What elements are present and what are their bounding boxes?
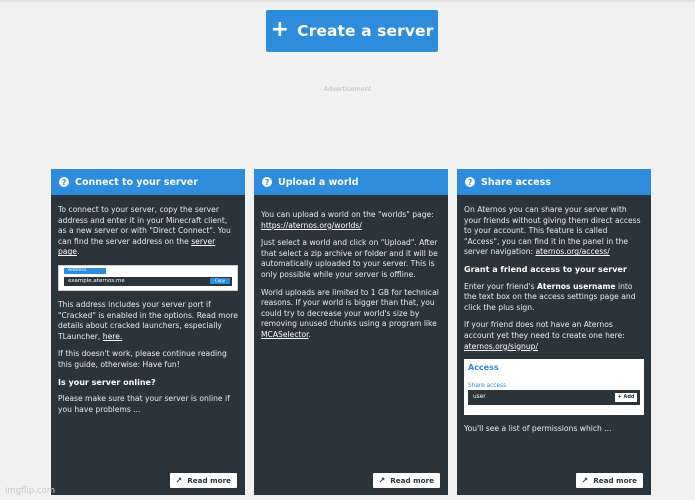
username-field: user + Add: [468, 390, 640, 406]
card-paragraph: Just select a world and click on "Upload…: [261, 238, 438, 279]
read-more-label: Read more: [390, 476, 434, 485]
card-connect-to-server: ? Connect to your server To connect to y…: [51, 169, 245, 495]
card-paragraph: You can upload a world on the "worlds" p…: [261, 210, 441, 231]
help-circle-icon: ?: [59, 177, 69, 187]
access-title: Access: [468, 363, 499, 373]
read-more-button[interactable]: ↗ Read more: [575, 473, 643, 488]
access-link[interactable]: aternos.org/access/: [536, 247, 610, 256]
external-link-icon: ↗: [378, 476, 386, 485]
card-title: Share access: [481, 176, 551, 188]
text: This address includes your server port i…: [58, 299, 238, 341]
card-heading: Is your server online?: [58, 377, 156, 387]
help-circle-icon: ?: [465, 177, 475, 187]
plus-icon: +: [270, 17, 290, 42]
advertisement-label: Advertisement: [323, 85, 372, 93]
card-paragraph: Enter your friend's Aternos username int…: [464, 282, 644, 314]
address-field: example.aternos.me Copy: [64, 276, 232, 286]
text: .: [76, 247, 80, 257]
create-server-label: Create a server: [297, 22, 434, 40]
card-paragraph: This address includes your server port i…: [58, 300, 238, 342]
external-link-icon: ↗: [175, 476, 183, 485]
card-header: ? Share access: [457, 169, 651, 195]
external-link-icon: ↗: [581, 476, 589, 485]
worlds-link[interactable]: https://aternos.org/worlds/: [261, 221, 362, 230]
bold-text: Aternos username: [536, 281, 616, 291]
card-paragraph: If your friend does not have an Aternos …: [464, 320, 644, 352]
card-header: ? Upload a world: [254, 169, 448, 195]
text: If your friend does not have an Aternos …: [464, 320, 625, 340]
address-tab: Address: [64, 267, 106, 274]
card-paragraph: On Aternos you can share your server wit…: [464, 205, 644, 258]
tlauncher-link[interactable]: here.: [103, 332, 123, 341]
top-divider: [0, 0, 695, 2]
read-more-button[interactable]: ↗ Read more: [169, 473, 237, 488]
read-more-label: Read more: [593, 476, 637, 485]
card-paragraph: Please make sure that your server is onl…: [58, 394, 230, 414]
text: Enter your friend's: [464, 281, 537, 291]
card-share-access: ? Share access On Aternos you can share …: [457, 169, 651, 495]
text: You can upload a world on the "worlds" p…: [261, 210, 434, 219]
card-title: Upload a world: [278, 176, 359, 188]
copy-button: Copy: [210, 278, 230, 285]
address-preview-image: Address example.aternos.me Copy: [58, 264, 238, 291]
create-server-button[interactable]: + Create a server: [266, 10, 438, 52]
username-value: user: [473, 394, 486, 401]
address-value: example.aternos.me: [68, 277, 125, 284]
card-header: ? Connect to your server: [51, 169, 245, 195]
access-preview-image: Access Share access user + Add: [464, 359, 644, 416]
card-body: On Aternos you can share your server wit…: [457, 195, 651, 435]
watermark: imgflip.com: [5, 486, 56, 496]
card-paragraph: If this doesn't work, please continue re…: [58, 349, 227, 369]
card-paragraph: You'll see a list of permissions which .…: [464, 424, 612, 434]
card-title: Connect to your server: [75, 176, 198, 188]
card-paragraph: To connect to your server, copy the serv…: [58, 205, 238, 258]
text: World uploads are limited to 1 GB for te…: [261, 287, 439, 329]
read-more-button[interactable]: ↗ Read more: [372, 473, 440, 488]
card-heading: Grant a friend access to your server: [464, 264, 627, 274]
card-body: You can upload a world on the "worlds" p…: [254, 195, 448, 341]
card-paragraph: World uploads are limited to 1 GB for te…: [261, 288, 441, 341]
card-body: To connect to your server, copy the serv…: [51, 195, 245, 415]
read-more-label: Read more: [187, 476, 231, 485]
mcaselector-link[interactable]: MCASelector: [261, 330, 309, 339]
signup-link[interactable]: aternos.org/signup/: [464, 342, 538, 351]
help-circle-icon: ?: [262, 177, 272, 187]
card-upload-world: ? Upload a world You can upload a world …: [254, 169, 448, 495]
text: .: [308, 329, 311, 339]
add-button: + Add: [615, 393, 637, 403]
